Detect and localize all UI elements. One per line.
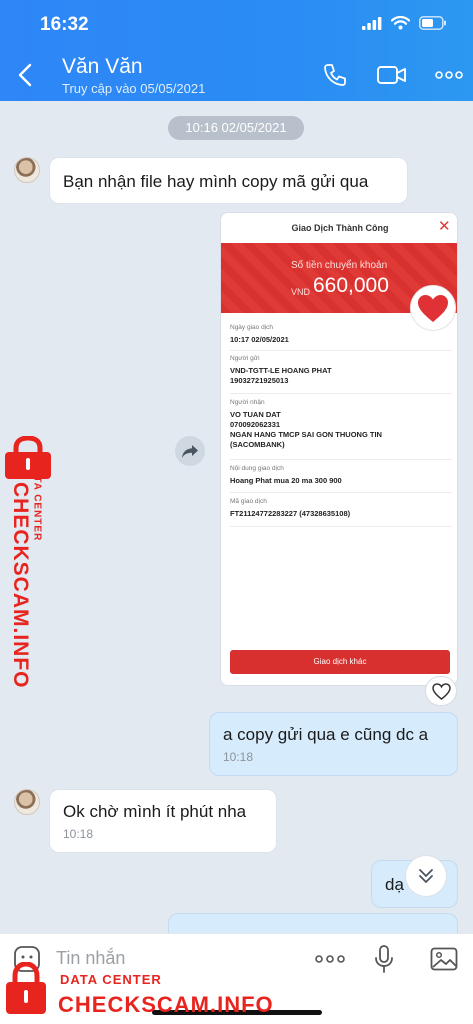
other-transaction-button: Giao dịch khác (230, 650, 450, 674)
signal-icon (362, 16, 382, 30)
message-text: a copy gửi qua e cũng dc a (223, 725, 429, 744)
image-message-receipt[interactable]: Giao Dịch Thành Công ✕ Số tiền chuyển kh… (220, 212, 458, 686)
field-value: VND-TGTT-LE HOANG PHAT 19032721925013 (230, 366, 332, 385)
watermark-lock-icon (6, 962, 46, 1014)
more-icon (315, 955, 345, 963)
receipt-field: Nội dung giao dịch Hoang Phat mua 20 ma … (230, 465, 452, 493)
message-input[interactable]: Tin nhắn (56, 948, 125, 969)
forward-icon (182, 444, 198, 458)
message-bubble[interactable]: a copy gửi qua e cũng dc a 10:18 (209, 712, 458, 776)
receipt-title: Giao Dịch Thành Công (291, 223, 389, 233)
message-text: Ok chờ mình ít phút nha (63, 802, 247, 821)
receipt-field: Mã giao dịch FT21124772283227 (473286351… (230, 498, 452, 527)
image-icon (430, 947, 458, 971)
receipt-field: Ngày giao dịch 10:17 02/05/2021 (230, 324, 452, 351)
message-time: 10:18 (223, 750, 254, 764)
watermark-text-small: DATA CENTER (31, 460, 43, 542)
amount-value: 660,000 (313, 274, 389, 297)
video-call-icon (377, 66, 406, 84)
message-text: Bạn nhận file hay mình copy mã gửi qua (63, 172, 369, 191)
watermark-lock-icon (5, 436, 51, 479)
microphone-icon (375, 945, 393, 973)
avatar[interactable] (14, 157, 40, 183)
voice-message-button[interactable] (373, 944, 395, 974)
react-button[interactable] (425, 676, 457, 706)
message-bubble[interactable]: Ok chờ mình ít phút nha 10:18 (49, 789, 277, 853)
contact-last-seen: Truy cập vào 05/05/2021 (62, 81, 206, 96)
field-value: Hoang Phat mua 20 ma 300 900 (230, 476, 342, 485)
status-time: 16:32 (40, 14, 89, 35)
field-value: 10:17 02/05/2021 (230, 335, 289, 344)
watermark-text-small: DATA CENTER (60, 972, 162, 987)
currency-label: VND (291, 287, 311, 297)
contact-name[interactable]: Văn Văn (62, 55, 143, 79)
receipt-field: Người nhận VO TUAN DAT 070092062331 NGAN… (230, 399, 452, 460)
watermark-text-big: CHECKSCAM.INFO (9, 482, 32, 689)
close-icon: ✕ (438, 218, 451, 235)
call-button[interactable] (320, 60, 350, 90)
message-bubble[interactable]: Bạn nhận file hay mình copy mã gửi qua (49, 157, 408, 204)
scroll-to-bottom-button[interactable] (405, 855, 447, 897)
field-value: VO TUAN DAT 070092062331 NGAN HANG TMCP … (230, 410, 382, 449)
watermark-text-big: CHECKSCAM.INFO (58, 992, 274, 1017)
wifi-icon (391, 16, 410, 30)
receipt-field: Người gửi VND-TGTT-LE HOANG PHAT 1903272… (230, 355, 452, 394)
heart-reaction[interactable] (410, 285, 456, 331)
field-label: Nội dung giao dịch (230, 465, 284, 472)
avatar[interactable] (14, 789, 40, 815)
chat-header: 16:32 Văn Văn Truy cập vào 05/05/2021 (0, 0, 473, 101)
field-label: Người nhận (230, 399, 265, 406)
forward-button[interactable] (175, 436, 205, 466)
message-time: 10:18 (63, 827, 94, 841)
video-call-button[interactable] (375, 60, 409, 90)
field-value: FT21124772283227 (47328635108) (230, 509, 351, 518)
gallery-button[interactable] (429, 944, 459, 974)
back-icon[interactable] (14, 60, 40, 90)
more-composer-button[interactable] (314, 944, 346, 974)
field-label: Mã giao dịch (230, 498, 267, 505)
heart-outline-icon (431, 682, 451, 700)
more-options-button[interactable] (434, 60, 464, 90)
double-chevron-down-icon (419, 869, 433, 883)
battery-icon (419, 16, 446, 30)
date-separator: 10:16 02/05/2021 (168, 116, 304, 140)
status-icons (362, 16, 447, 30)
heart-icon (418, 294, 448, 322)
amount-label: Số tiền chuyển khoản (291, 260, 388, 271)
phone-icon (324, 64, 346, 86)
field-label: Người gửi (230, 355, 260, 362)
more-icon (435, 71, 463, 79)
